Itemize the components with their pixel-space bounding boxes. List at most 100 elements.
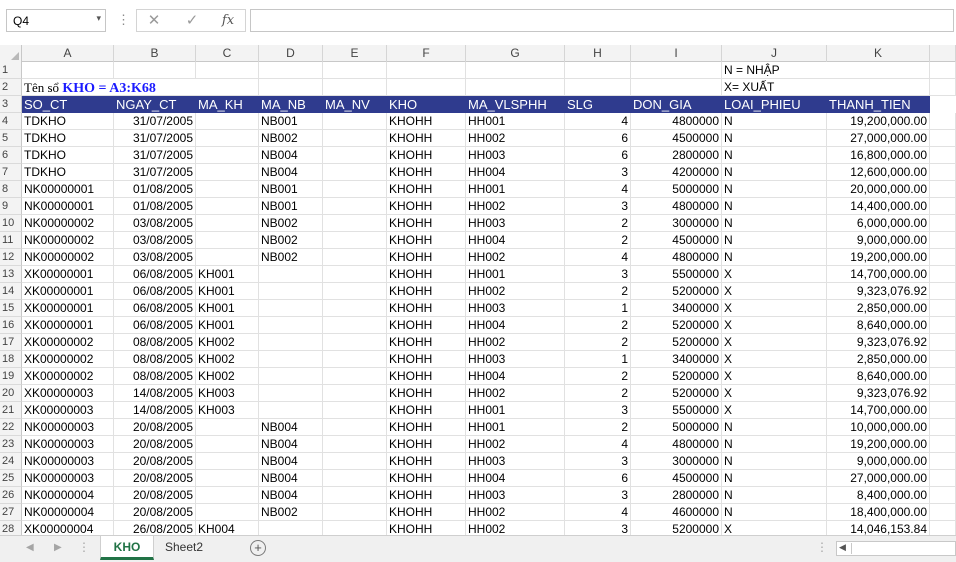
cell[interactable]: TDKHO — [22, 113, 114, 130]
cell[interactable]: NK00000002 — [22, 232, 114, 249]
cell[interactable]: NK00000002 — [22, 249, 114, 266]
cell[interactable]: HH001 — [466, 402, 565, 419]
cell[interactable] — [259, 351, 323, 368]
cell[interactable]: NB004 — [259, 453, 323, 470]
insert-function-icon[interactable]: fx — [212, 9, 244, 32]
cell[interactable]: 9,323,076.92 — [827, 385, 930, 402]
cell[interactable]: 19,200,000.00 — [827, 436, 930, 453]
cell[interactable] — [114, 79, 196, 96]
cell[interactable]: NB004 — [259, 419, 323, 436]
row-header[interactable]: 13 — [0, 266, 22, 283]
cell[interactable]: KHOHH — [387, 317, 466, 334]
cell[interactable] — [323, 470, 387, 487]
cell[interactable]: 3000000 — [631, 215, 722, 232]
cell[interactable] — [259, 368, 323, 385]
cell[interactable] — [259, 266, 323, 283]
cell[interactable]: 06/08/2005 — [114, 317, 196, 334]
cell[interactable]: 2 — [565, 368, 631, 385]
cell[interactable]: HH002 — [466, 130, 565, 147]
cell[interactable]: 16,800,000.00 — [827, 147, 930, 164]
cell[interactable]: 6,000,000.00 — [827, 215, 930, 232]
cell[interactable]: 31/07/2005 — [114, 113, 196, 130]
table-header-cell[interactable]: THANH_TIEN — [827, 96, 930, 113]
cell[interactable]: 5200000 — [631, 283, 722, 300]
cell[interactable] — [323, 368, 387, 385]
cell[interactable]: 19,200,000.00 — [827, 249, 930, 266]
cell[interactable]: 08/08/2005 — [114, 334, 196, 351]
cell[interactable]: X — [722, 300, 827, 317]
cell[interactable]: 2 — [565, 334, 631, 351]
cell[interactable] — [196, 232, 259, 249]
cell[interactable]: N — [722, 164, 827, 181]
cell[interactable] — [930, 504, 956, 521]
row-header[interactable]: 25 — [0, 470, 22, 487]
cell[interactable]: 08/08/2005 — [114, 351, 196, 368]
row-header[interactable]: 8 — [0, 181, 22, 198]
cell[interactable]: NB002 — [259, 130, 323, 147]
cell[interactable] — [323, 147, 387, 164]
cell[interactable]: KHOHH — [387, 487, 466, 504]
cell[interactable] — [323, 113, 387, 130]
cell[interactable]: HH002 — [466, 504, 565, 521]
cell[interactable]: KHOHH — [387, 198, 466, 215]
cell[interactable]: KH002 — [196, 334, 259, 351]
cell[interactable] — [323, 351, 387, 368]
cell[interactable] — [323, 79, 387, 96]
cell[interactable] — [323, 181, 387, 198]
cell[interactable] — [22, 62, 114, 79]
cell[interactable] — [930, 368, 956, 385]
cell[interactable]: 5000000 — [631, 419, 722, 436]
cell[interactable]: N — [722, 113, 827, 130]
cell[interactable]: XK00000001 — [22, 283, 114, 300]
legend-nhap[interactable]: N = NHẬP — [722, 62, 827, 79]
cell[interactable]: 4 — [565, 113, 631, 130]
cell[interactable]: KHOHH — [387, 385, 466, 402]
cell[interactable] — [930, 130, 956, 147]
cell[interactable] — [114, 62, 196, 79]
row-header[interactable]: 24 — [0, 453, 22, 470]
cell[interactable]: KHOHH — [387, 351, 466, 368]
column-header-h[interactable]: H — [565, 45, 631, 62]
cell[interactable] — [930, 62, 956, 79]
cell[interactable]: 31/07/2005 — [114, 130, 196, 147]
cell[interactable] — [196, 181, 259, 198]
row-header[interactable]: 3 — [0, 96, 22, 113]
cell[interactable] — [259, 402, 323, 419]
cell[interactable]: N — [722, 181, 827, 198]
horizontal-scrollbar[interactable]: ◀ — [836, 541, 956, 556]
cell[interactable] — [930, 113, 956, 130]
add-sheet-icon[interactable]: + — [250, 540, 266, 556]
cell[interactable]: HH003 — [466, 487, 565, 504]
cell[interactable]: 20/08/2005 — [114, 487, 196, 504]
cell[interactable]: KHOHH — [387, 130, 466, 147]
cell[interactable] — [196, 113, 259, 130]
cell[interactable]: HH003 — [466, 215, 565, 232]
cell[interactable]: N — [722, 215, 827, 232]
cell[interactable]: 6 — [565, 130, 631, 147]
cell[interactable] — [323, 487, 387, 504]
tab-next-icon[interactable]: ▶ — [54, 542, 62, 553]
cell[interactable] — [196, 487, 259, 504]
cell[interactable]: XK00000002 — [22, 334, 114, 351]
cell[interactable]: N — [722, 147, 827, 164]
row-header[interactable]: 23 — [0, 436, 22, 453]
cell[interactable] — [323, 249, 387, 266]
cell[interactable]: TDKHO — [22, 130, 114, 147]
cell[interactable]: 4500000 — [631, 470, 722, 487]
cell[interactable]: 4500000 — [631, 232, 722, 249]
cell[interactable]: 27,000,000.00 — [827, 130, 930, 147]
column-header-i[interactable]: I — [631, 45, 722, 62]
cell[interactable]: 2 — [565, 317, 631, 334]
cell[interactable]: XK00000001 — [22, 317, 114, 334]
cell[interactable]: 8,640,000.00 — [827, 317, 930, 334]
cell[interactable]: 3 — [565, 164, 631, 181]
cell[interactable] — [323, 232, 387, 249]
cell[interactable]: 4200000 — [631, 164, 722, 181]
cell[interactable]: 3 — [565, 521, 631, 535]
cell[interactable]: 2 — [565, 283, 631, 300]
cell[interactable]: NB001 — [259, 198, 323, 215]
tab-kho[interactable]: KHO — [100, 536, 154, 560]
cell[interactable] — [323, 283, 387, 300]
cell[interactable]: N — [722, 232, 827, 249]
cell[interactable]: NK00000001 — [22, 181, 114, 198]
